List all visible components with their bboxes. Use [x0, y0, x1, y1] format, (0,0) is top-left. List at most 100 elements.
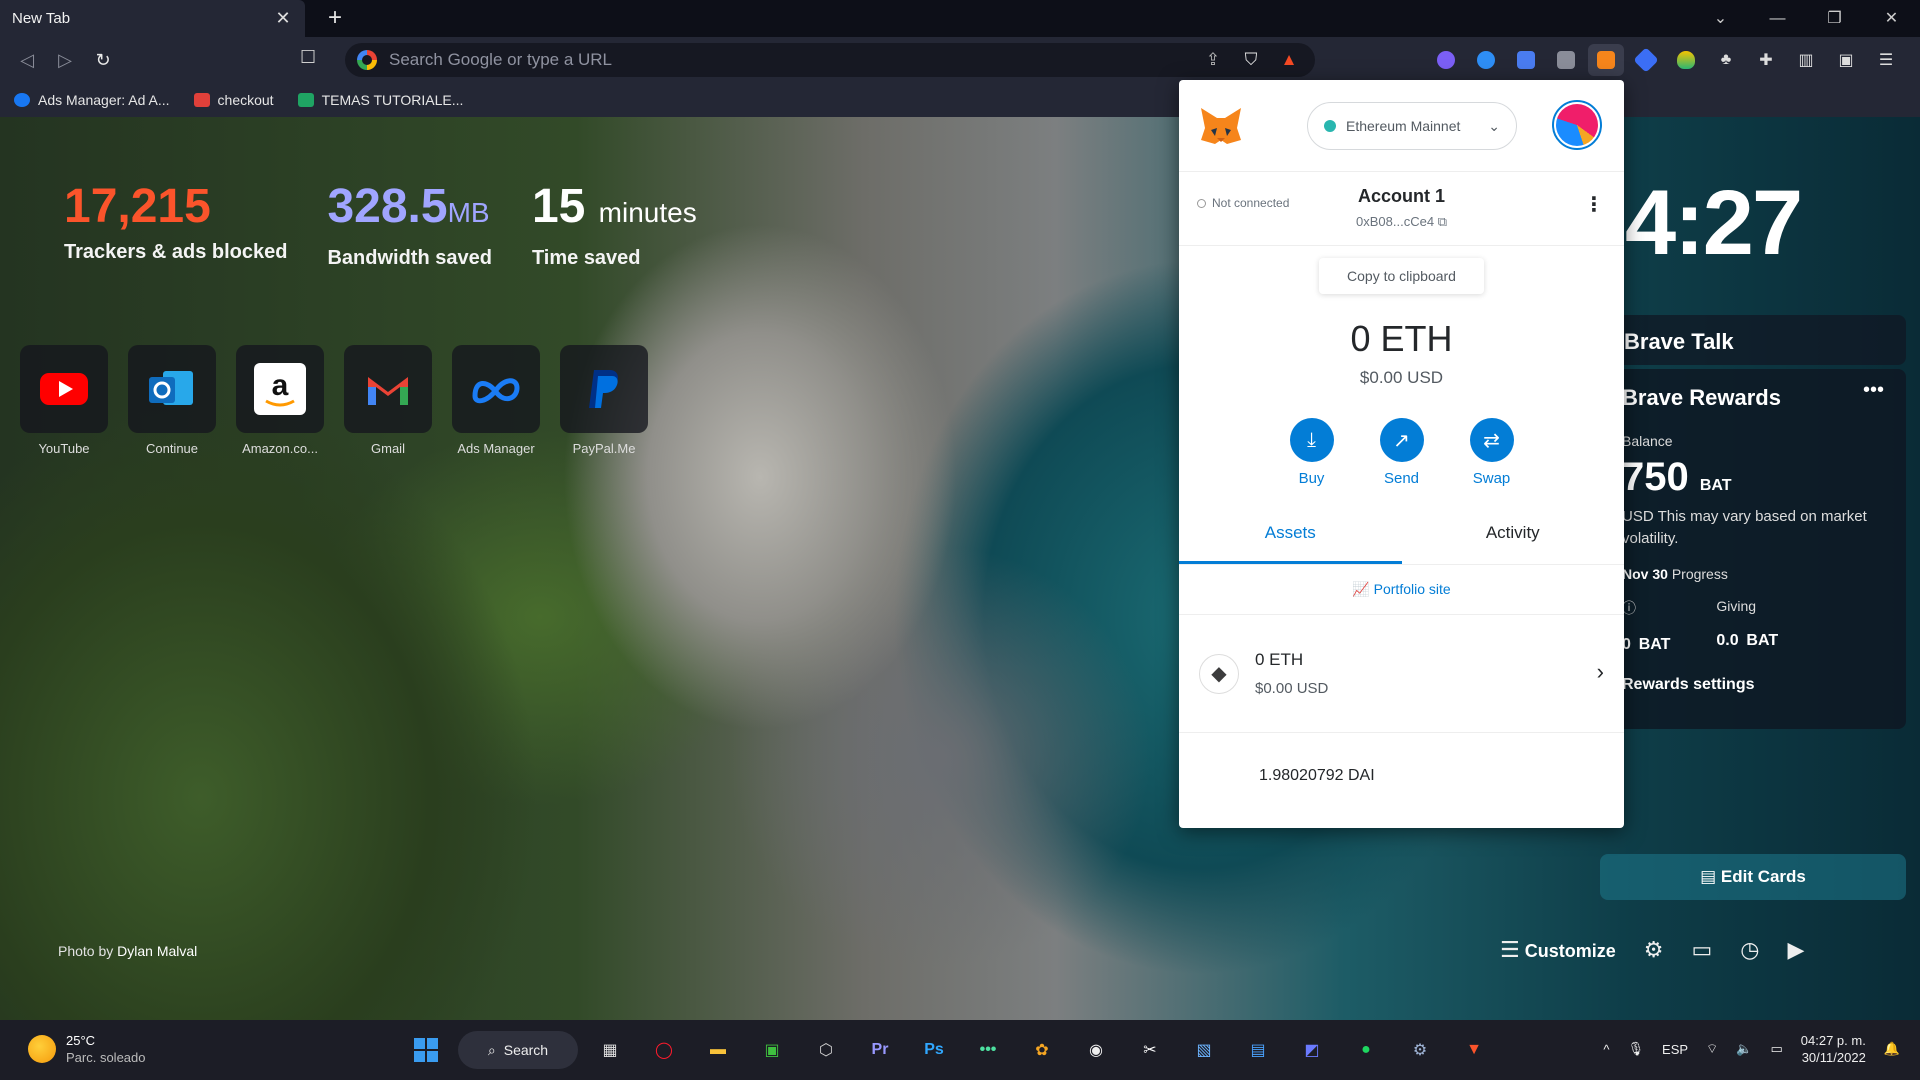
weather-widget[interactable]: 25°C Parc. soleado — [28, 1032, 146, 1066]
restore-button[interactable]: ❐ — [1806, 0, 1863, 37]
start-button[interactable] — [404, 1029, 448, 1071]
forward-icon[interactable]: ▷ — [46, 50, 84, 71]
network-selector[interactable]: Ethereum Mainnet ⌄ — [1307, 102, 1517, 150]
video-icon[interactable]: ▶ — [1788, 937, 1805, 963]
history-icon[interactable]: ◷ — [1740, 937, 1759, 963]
top-site-ads-manager[interactable]: Ads Manager — [452, 345, 540, 456]
translate-icon[interactable] — [1508, 44, 1544, 76]
menu-icon[interactable]: ☰ — [1868, 44, 1904, 76]
back-icon[interactable]: ◁ — [8, 50, 46, 71]
top-site-outlook[interactable]: Continue — [128, 345, 216, 456]
asset-row-eth[interactable]: ◆ 0 ETH $0.00 USD › — [1179, 615, 1624, 733]
sidebar-icon[interactable]: ▥ — [1788, 44, 1824, 76]
task-view-icon[interactable]: ▦ — [588, 1029, 632, 1071]
tab-new-tab[interactable]: New Tab ✕ — [0, 0, 305, 37]
volume-icon[interactable]: 🔈 — [1736, 1041, 1752, 1057]
spotify-icon[interactable]: ● — [1344, 1029, 1388, 1071]
davinci-icon[interactable]: ✿ — [1020, 1029, 1064, 1071]
notification-icon[interactable]: 🔔 — [1884, 1041, 1900, 1057]
top-site-label: Amazon.co... — [242, 441, 318, 456]
send-button[interactable]: ↗ Send — [1379, 418, 1424, 487]
asset-row-dai[interactable]: 1.98020792 DAI — [1179, 733, 1624, 785]
top-site-amazon[interactable]: a Amazon.co... — [236, 345, 324, 456]
tab-assets[interactable]: Assets — [1179, 523, 1402, 564]
extension-icon-8[interactable]: ♣ — [1708, 44, 1744, 76]
obs-icon[interactable]: ◉ — [1074, 1029, 1118, 1071]
taskbar-search[interactable]: ⌕ Search — [458, 1031, 578, 1069]
clock-tray[interactable]: 04:27 p. m. 30/11/2022 — [1801, 1032, 1866, 1066]
tray-chevron-icon[interactable]: ^ — [1603, 1042, 1609, 1057]
share-icon[interactable]: ⇪ — [1199, 50, 1227, 70]
wallet-icon[interactable]: ▣ — [1828, 44, 1864, 76]
buy-button[interactable]: ⤓ Buy — [1289, 418, 1334, 487]
reload-icon[interactable]: ↻ — [84, 50, 122, 71]
photoshop-icon[interactable]: Ps — [912, 1029, 956, 1071]
brave-rewards-icon[interactable]: ▲ — [1275, 50, 1303, 70]
address-bar[interactable]: Search Google or type a URL ⇪ ⛉ ▲ — [345, 43, 1315, 77]
portfolio-link[interactable]: 📈 Portfolio site — [1179, 565, 1624, 615]
wifi-icon[interactable]: ⌔ — [1706, 1041, 1718, 1057]
stat-trackers: 17,215 Trackers & ads blocked — [64, 179, 287, 270]
close-icon[interactable]: ✕ — [273, 8, 293, 29]
puzzle-icon[interactable]: ✚ — [1748, 44, 1784, 76]
clock: 4:27 — [1625, 172, 1803, 274]
new-tab-button[interactable]: + — [320, 4, 350, 32]
settings-app-icon[interactable]: ⚙ — [1398, 1029, 1442, 1071]
extensions-row: ♣ ✚ ▥ ▣ ☰ — [1428, 43, 1904, 77]
extension-icon-1[interactable] — [1428, 44, 1464, 76]
account-avatar[interactable] — [1552, 100, 1602, 150]
top-site-paypal[interactable]: PayPal.Me — [560, 345, 648, 456]
account-address[interactable]: 0xB08...cCe4 ⧉ — [1179, 214, 1624, 230]
app-icon-image[interactable]: ▧ — [1182, 1029, 1226, 1071]
extension-icon-4[interactable] — [1548, 44, 1584, 76]
brave-talk-card[interactable]: Brave Talk — [1600, 315, 1906, 365]
bookmark-ads-manager[interactable]: Ads Manager: Ad A... — [14, 92, 170, 108]
top-site-gmail[interactable]: Gmail — [344, 345, 432, 456]
extension-icon-2[interactable] — [1468, 44, 1504, 76]
app-icon-blue[interactable]: ◩ — [1290, 1029, 1334, 1071]
brave-icon[interactable]: ▼ — [1452, 1029, 1496, 1071]
top-site-youtube[interactable]: YouTube — [20, 345, 108, 456]
bookmark-temas[interactable]: TEMAS TUTORIALE... — [297, 92, 463, 108]
bookmark-checkout[interactable]: checkout — [193, 92, 274, 108]
file-explorer-icon[interactable]: ▬ — [696, 1029, 740, 1071]
store-icon[interactable]: ▤ — [1236, 1029, 1280, 1071]
close-window-button[interactable]: ✕ — [1863, 0, 1920, 37]
extension-icon-6[interactable] — [1628, 44, 1664, 76]
app-icon-cube[interactable]: ⬡ — [804, 1029, 848, 1071]
metamask-tabs: Assets Activity — [1179, 523, 1624, 565]
buy-label: Buy — [1298, 470, 1325, 487]
camtasia-icon[interactable]: ▣ — [750, 1029, 794, 1071]
capcut-icon[interactable]: ✂ — [1128, 1029, 1172, 1071]
metamask-icon[interactable] — [1588, 44, 1624, 76]
battery-icon[interactable]: ▭ — [1770, 1041, 1782, 1057]
extension-icon-7[interactable] — [1668, 44, 1704, 76]
bookmark-icon[interactable]: ☐ — [300, 47, 316, 68]
edit-cards-button[interactable]: ▤ Edit Cards — [1600, 854, 1906, 900]
copy-tooltip: Copy to clipboard — [1319, 258, 1484, 294]
language-indicator[interactable]: ESP — [1662, 1042, 1688, 1057]
swap-button[interactable]: ⇄ Swap — [1469, 418, 1514, 487]
tray-time: 04:27 p. m. — [1800, 1033, 1866, 1048]
brave-shields-icon[interactable]: ⛉ — [1237, 50, 1265, 70]
tab-search-icon[interactable]: ⌄ — [1692, 0, 1749, 37]
info-icon[interactable]: ⓘ — [1622, 598, 1670, 618]
more-icon[interactable]: ••• — [1863, 379, 1884, 402]
address-input[interactable]: Search Google or type a URL — [389, 50, 1189, 70]
gmail-icon — [368, 377, 408, 405]
minimize-button[interactable]: — — [1749, 0, 1806, 37]
giving-value: 0.0 — [1716, 632, 1739, 649]
account-options-icon[interactable]: ⋮ — [1584, 192, 1604, 217]
rewards-settings-link[interactable]: Rewards settings — [1622, 676, 1884, 694]
customize-button[interactable]: ☰ Customize — [1500, 937, 1616, 963]
search-icon: ⌕ — [487, 1041, 496, 1058]
tab-activity[interactable]: Activity — [1402, 523, 1625, 564]
microphone-icon[interactable]: 🎙 — [1628, 1041, 1645, 1057]
premiere-icon[interactable]: Pr — [858, 1029, 902, 1071]
photo-credit-author[interactable]: Dylan Malval — [117, 943, 197, 959]
bookmarks-icon[interactable]: ▭ — [1692, 937, 1713, 963]
download-icon: ⤓ — [1289, 418, 1334, 462]
settings-icon[interactable]: ⚙ — [1644, 937, 1664, 963]
app-icon-dots[interactable]: ••• — [966, 1029, 1010, 1071]
opera-icon[interactable]: ◯ — [642, 1029, 686, 1071]
